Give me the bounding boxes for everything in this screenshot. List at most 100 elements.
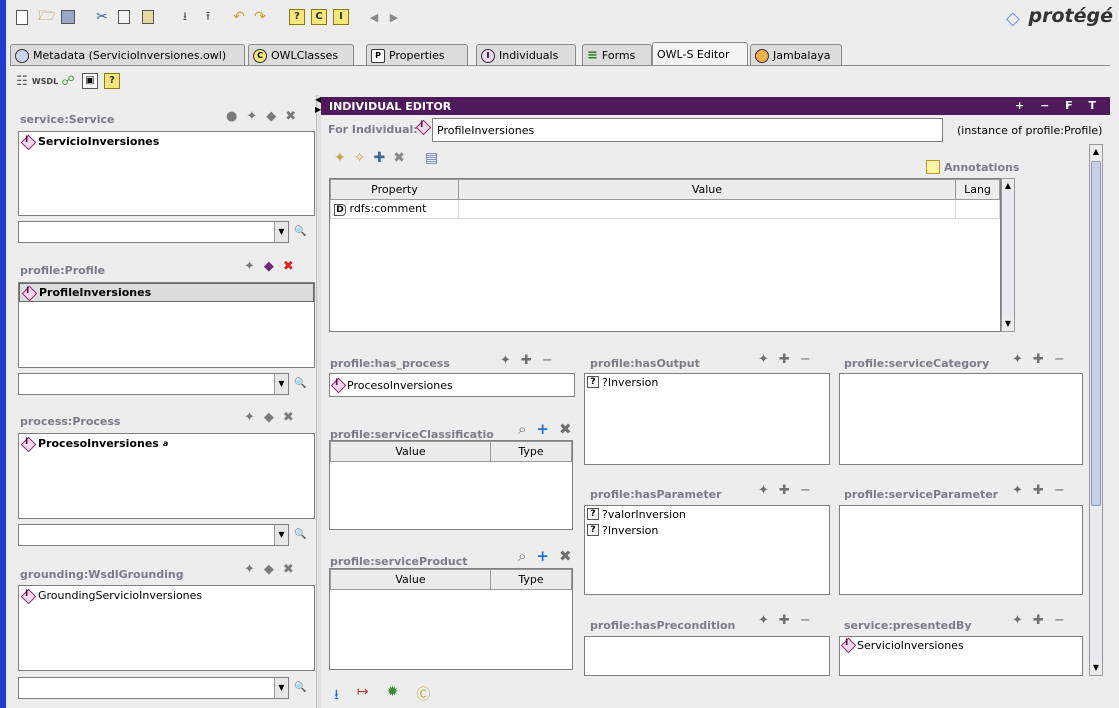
individual-name-field[interactable]: ProfileInversiones: [432, 118, 943, 142]
add-icon[interactable]: +: [536, 420, 549, 438]
has-precondition-list[interactable]: [584, 636, 830, 676]
remove-value-icon[interactable]: −: [800, 613, 811, 628]
annotations-toggle[interactable]: Annotations: [926, 160, 1019, 174]
cut-icon[interactable]: ✂: [92, 6, 112, 28]
diamond-icon[interactable]: ◆: [266, 110, 276, 124]
process-search-combo[interactable]: ▼: [18, 524, 289, 546]
diamond-icon[interactable]: ◆: [264, 563, 274, 577]
has-output-list[interactable]: ? ?Inversion: [584, 373, 830, 465]
create-instance-icon[interactable]: ✦: [758, 352, 769, 367]
service-classification-table[interactable]: Value Type: [329, 440, 573, 530]
delete-icon[interactable]: ✖: [283, 411, 294, 425]
download-icon[interactable]: ⭳: [334, 684, 339, 708]
list-item[interactable]: ServicioInversiones: [19, 132, 314, 151]
scroll-down-icon[interactable]: ▼: [1002, 317, 1014, 331]
save-icon[interactable]: [58, 6, 78, 28]
find-icon[interactable]: 🔍: [294, 378, 308, 390]
editor-scrollbar[interactable]: ▲ ▼: [1089, 144, 1103, 676]
list-item[interactable]: ? ?valorInversion: [585, 506, 829, 522]
undo-icon[interactable]: ↶: [229, 6, 249, 28]
open-folder-icon[interactable]: 🗁: [37, 6, 57, 28]
col-type[interactable]: Type: [490, 569, 572, 590]
property-table[interactable]: Property Value Lang D rdfs:comment: [329, 178, 1001, 332]
add-icon[interactable]: +: [536, 547, 549, 565]
process-list[interactable]: ProcesoInversiones a: [18, 433, 315, 519]
delete-icon[interactable]: ✖: [285, 110, 296, 124]
remove-value-icon[interactable]: −: [1054, 352, 1065, 367]
list-item[interactable]: ProcesoInversiones: [330, 377, 574, 393]
delete-icon[interactable]: ✖: [559, 420, 572, 438]
tab-metadata[interactable]: Metadata (ServicioInversiones.owl): [10, 44, 245, 66]
col-value[interactable]: Value: [330, 569, 491, 590]
remove-value-icon[interactable]: −: [800, 352, 811, 367]
add-datatype-icon[interactable]: ✧: [354, 150, 366, 166]
scroll-thumb[interactable]: [1091, 161, 1101, 506]
back-icon[interactable]: ◀: [366, 6, 382, 28]
create-instance-icon[interactable]: ✦: [244, 260, 255, 274]
create-instance-icon[interactable]: ✦: [500, 353, 511, 368]
profile-list[interactable]: ProfileInversiones: [18, 282, 315, 368]
delete-icon[interactable]: ✖: [283, 563, 294, 577]
chevron-down-icon[interactable]: ▼: [274, 222, 288, 242]
lang-cell[interactable]: [955, 199, 1000, 219]
search-icon[interactable]: ⌕: [518, 547, 526, 565]
col-property[interactable]: Property: [330, 179, 459, 200]
find-icon[interactable]: 🔍: [294, 682, 308, 694]
info-icon[interactable]: ●: [226, 110, 237, 124]
service-category-list[interactable]: [839, 373, 1083, 465]
create-instance-icon[interactable]: ✦: [244, 563, 255, 577]
add-value-icon[interactable]: ✚: [779, 613, 790, 628]
window-icon[interactable]: ▣: [80, 70, 100, 92]
add-property-icon[interactable]: ✦: [334, 150, 346, 166]
table-row[interactable]: D rdfs:comment: [330, 199, 1000, 219]
col-lang[interactable]: Lang: [955, 179, 1000, 200]
value-cell[interactable]: [457, 199, 957, 219]
find-icon[interactable]: 🔍: [294, 226, 308, 238]
tab-jambalaya[interactable]: Jambalaya: [750, 44, 842, 66]
add-value-icon[interactable]: ✚: [779, 352, 790, 367]
delete-icon[interactable]: ✖: [283, 260, 294, 274]
list-item[interactable]: GroundingServicioInversiones: [19, 586, 314, 605]
class-icon[interactable]: Ⓒ: [416, 684, 430, 708]
chevron-down-icon[interactable]: ▼: [274, 678, 288, 698]
grounding-search-combo[interactable]: ▼: [18, 677, 289, 699]
tab-forms[interactable]: ≡ Forms: [582, 44, 652, 66]
export-icon[interactable]: ⭱: [198, 6, 218, 28]
find-icon[interactable]: 🔍: [294, 529, 308, 541]
create-instance-icon[interactable]: ✦: [246, 110, 257, 124]
remove-value-icon[interactable]: −: [542, 353, 553, 368]
service-search-combo[interactable]: ▼: [18, 221, 289, 243]
search-icon[interactable]: ⌕: [518, 420, 526, 438]
forward-icon[interactable]: ▶: [386, 6, 402, 28]
new-file-icon[interactable]: [12, 6, 32, 28]
tab-owlclasses[interactable]: C OWLClasses: [248, 44, 354, 66]
view-icon[interactable]: ▤: [425, 150, 438, 166]
delete-icon[interactable]: ✖: [559, 547, 572, 565]
tab-owl-s-editor[interactable]: OWL-S Editor: [652, 42, 748, 66]
graph-icon[interactable]: ☍: [58, 70, 78, 92]
scroll-up-icon[interactable]: ▲: [1090, 145, 1102, 159]
import-icon[interactable]: ⭳: [175, 6, 195, 28]
create-instance-icon[interactable]: ✦: [758, 483, 769, 498]
col-value[interactable]: Value: [457, 179, 957, 200]
create-instance-icon[interactable]: ✦: [244, 411, 255, 425]
add-value-icon[interactable]: ✚: [1033, 483, 1044, 498]
redo-icon[interactable]: ↷: [250, 6, 270, 28]
individual-nav-icon[interactable]: I: [331, 6, 351, 28]
list-item[interactable]: ServicioInversiones: [840, 637, 1082, 653]
editor-window-controls[interactable]: + − F T: [1015, 99, 1102, 112]
add-value-icon[interactable]: ✚: [521, 353, 532, 368]
create-instance-icon[interactable]: ✦: [758, 613, 769, 628]
grounding-list[interactable]: GroundingServicioInversiones: [18, 585, 315, 671]
class-nav-icon[interactable]: C: [309, 6, 329, 28]
create-instance-icon[interactable]: ✦: [1012, 483, 1023, 498]
diamond-icon[interactable]: ◆: [264, 411, 274, 425]
list-item[interactable]: ProcesoInversiones a: [19, 434, 314, 453]
table-scrollbar[interactable]: ▲ ▼: [1001, 178, 1015, 332]
service-product-table[interactable]: Value Type: [329, 568, 573, 670]
add-value-icon[interactable]: ✚: [373, 150, 385, 166]
help-icon-small[interactable]: ?: [102, 70, 122, 92]
remove-value-icon[interactable]: −: [1054, 613, 1065, 628]
has-parameter-list[interactable]: ? ?valorInversion ? ?Inversion: [584, 505, 830, 595]
bug-icon[interactable]: ✹: [387, 684, 399, 708]
